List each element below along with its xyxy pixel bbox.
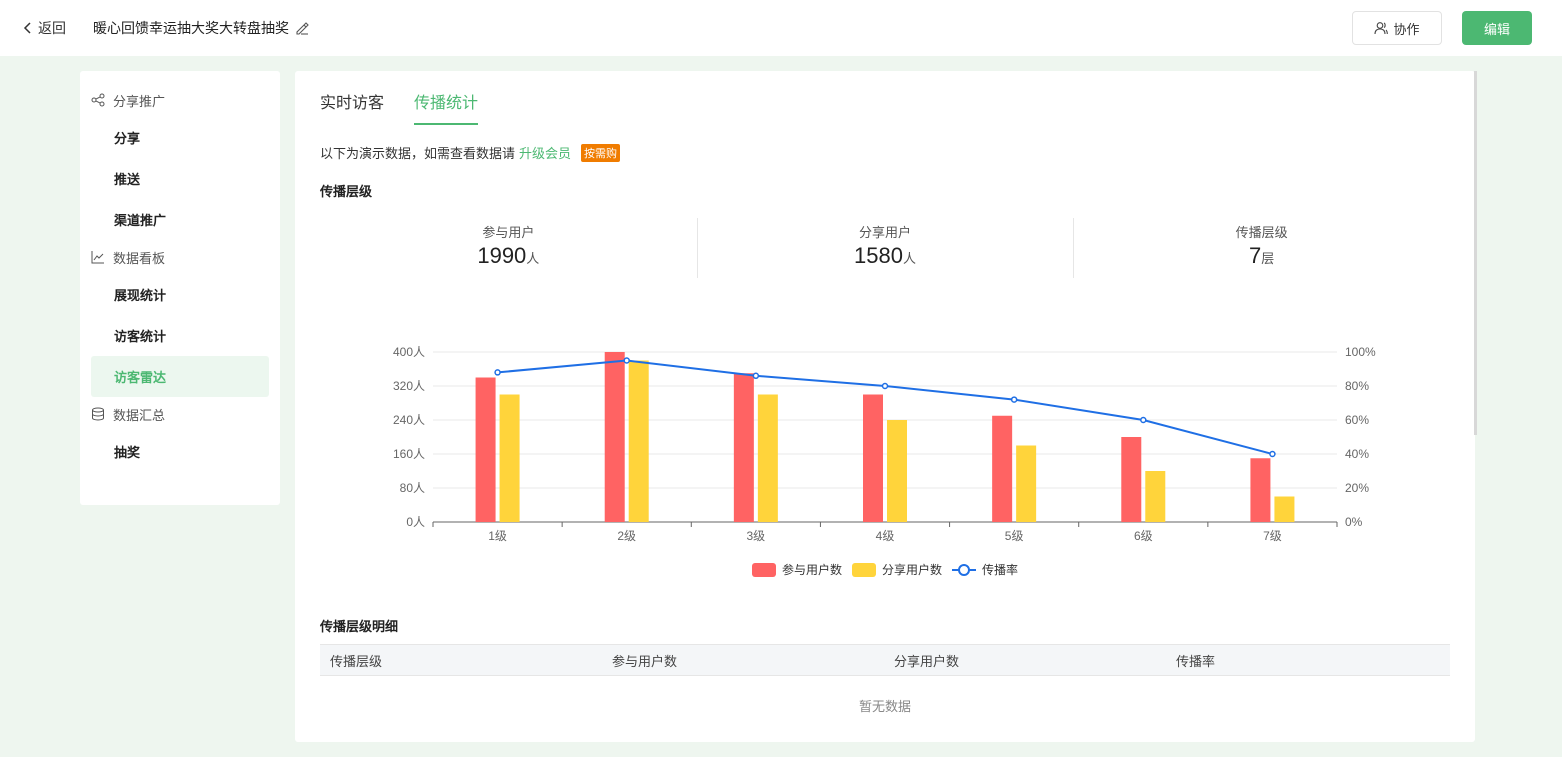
- spread-rate-point: [1140, 416, 1147, 424]
- back-label: 返回: [38, 20, 66, 36]
- legend-label: 参与用户数: [782, 562, 842, 577]
- right-axis-tick-label: 0%: [1345, 515, 1363, 529]
- spread-rate-point: [623, 357, 630, 364]
- sidebar-item-visitor-radar[interactable]: 访客雷达: [91, 356, 269, 397]
- x-axis-tick-label: 7级: [1263, 529, 1282, 543]
- legend-swatch-point: [958, 564, 970, 576]
- database-icon: [92, 407, 104, 421]
- main-panel: 实时访客 传播统计 以下为演示数据，如需查看数据请 升级会员 按需购 传播层级 …: [295, 71, 1475, 742]
- right-axis-tick-label: 20%: [1345, 481, 1369, 495]
- legend-swatch: [752, 563, 776, 577]
- legend-label: 传播率: [982, 562, 1018, 577]
- sidebar-item-push[interactable]: 推送: [91, 158, 269, 199]
- left-axis-tick-label: 400人: [393, 345, 425, 359]
- spread-detail-table: 传播层级 参与用户数 分享用户数 传播率 暂无数据: [320, 644, 1450, 715]
- sidebar-group-dashboard: 数据看板: [80, 240, 280, 274]
- edit-pencil-icon[interactable]: [295, 21, 309, 35]
- left-axis-tick-label: 320人: [393, 379, 425, 393]
- bar-participants: [733, 373, 754, 522]
- left-axis-tick-label: 160人: [393, 447, 425, 461]
- bar-participants: [475, 377, 496, 522]
- sidebar-item-visitor-stats[interactable]: 访客统计: [91, 315, 269, 356]
- spread-rate-point: [494, 369, 501, 376]
- top-header: 返回 暖心回馈幸运抽大奖大转盘抽奖 协作 编辑: [0, 0, 1562, 56]
- bar-sharers: [887, 420, 907, 522]
- spread-rate-point: [752, 372, 760, 380]
- bar-sharers: [757, 394, 778, 522]
- x-axis-tick-label: 1级: [488, 529, 507, 543]
- x-axis-tick-label: 4级: [876, 529, 895, 543]
- x-axis-tick-label: 3级: [747, 529, 766, 543]
- sidebar-group-label: 数据汇总: [113, 407, 166, 423]
- collab-button[interactable]: 协作: [1352, 11, 1442, 45]
- sidebar-item-lottery[interactable]: 抽奖: [91, 431, 269, 472]
- legend-label: 分享用户数: [882, 562, 942, 577]
- bar-participants: [1250, 458, 1271, 522]
- x-axis-tick-label: 2级: [617, 529, 636, 543]
- section-title-spread-detail: 传播层级明细: [320, 619, 399, 634]
- bar-sharers: [1274, 496, 1295, 522]
- spread-level-chart: 0人 0% 80人 20% 160人 40% 240人 60% 320人 80% 400人 100% 1…: [393, 345, 1376, 577]
- column-header-level: 传播层级: [330, 653, 383, 669]
- left-axis-tick-label: 80人: [400, 481, 425, 495]
- sidebar-group-label: 分享推广: [113, 93, 166, 109]
- sidebar-group-share: 分享推广: [80, 83, 280, 117]
- table-empty-state: 暂无数据: [858, 699, 911, 714]
- share-icon: [91, 93, 105, 107]
- x-axis-tick-label: 5级: [1005, 529, 1024, 543]
- bar-sharers: [1016, 445, 1037, 522]
- spread-rate-point: [1269, 450, 1276, 458]
- sidebar-group-summary: 数据汇总: [80, 397, 280, 431]
- bar-sharers: [628, 360, 649, 522]
- left-axis-tick-label: 0人: [406, 515, 425, 529]
- back-button[interactable]: 返回: [22, 18, 66, 38]
- sidebar-group-label: 数据看板: [113, 250, 166, 266]
- users-icon: [1374, 22, 1389, 35]
- bar-sharers: [1145, 471, 1166, 522]
- right-axis-tick-label: 40%: [1345, 447, 1369, 461]
- sidebar-item-channel[interactable]: 渠道推广: [91, 199, 269, 240]
- scrollbar-thumb[interactable]: [1474, 71, 1477, 435]
- bar-participants: [992, 415, 1013, 522]
- bar-sharers: [499, 394, 520, 522]
- column-header-rate: 传播率: [1176, 653, 1216, 669]
- bar-participants: [863, 394, 883, 522]
- sidebar-item-display-stats[interactable]: 展现统计: [91, 274, 269, 315]
- bar-participants: [1121, 437, 1142, 522]
- sidebar: 分享推广 分享 推送 渠道推广 数据看板 展现统计 访客统计 访客雷达 数据汇总…: [80, 71, 280, 505]
- page-title: 暖心回馈幸运抽大奖大转盘抽奖: [93, 18, 309, 38]
- bar-participants: [604, 352, 625, 522]
- collab-label: 协作: [1393, 21, 1420, 37]
- table-header: 传播层级 参与用户数 分享用户数 传播率: [320, 644, 1450, 676]
- chevron-left-icon: [23, 22, 31, 34]
- x-axis-tick-label: 6级: [1134, 529, 1153, 543]
- column-header-participants: 参与用户数: [612, 653, 678, 669]
- edit-button[interactable]: 编辑: [1462, 11, 1532, 45]
- right-axis-tick-label: 100%: [1345, 345, 1376, 359]
- spread-rate-point: [881, 382, 889, 390]
- sidebar-item-share[interactable]: 分享: [91, 117, 269, 158]
- column-header-sharers: 分享用户数: [894, 653, 960, 669]
- page-title-text: 暖心回馈幸运抽大奖大转盘抽奖: [93, 20, 289, 36]
- left-axis-tick-label: 240人: [393, 413, 425, 427]
- legend-swatch: [852, 563, 876, 577]
- spread-rate-point: [1010, 396, 1018, 403]
- right-axis-tick-label: 80%: [1345, 379, 1369, 393]
- right-axis-tick-label: 60%: [1345, 413, 1369, 427]
- line-chart-icon: [91, 251, 104, 264]
